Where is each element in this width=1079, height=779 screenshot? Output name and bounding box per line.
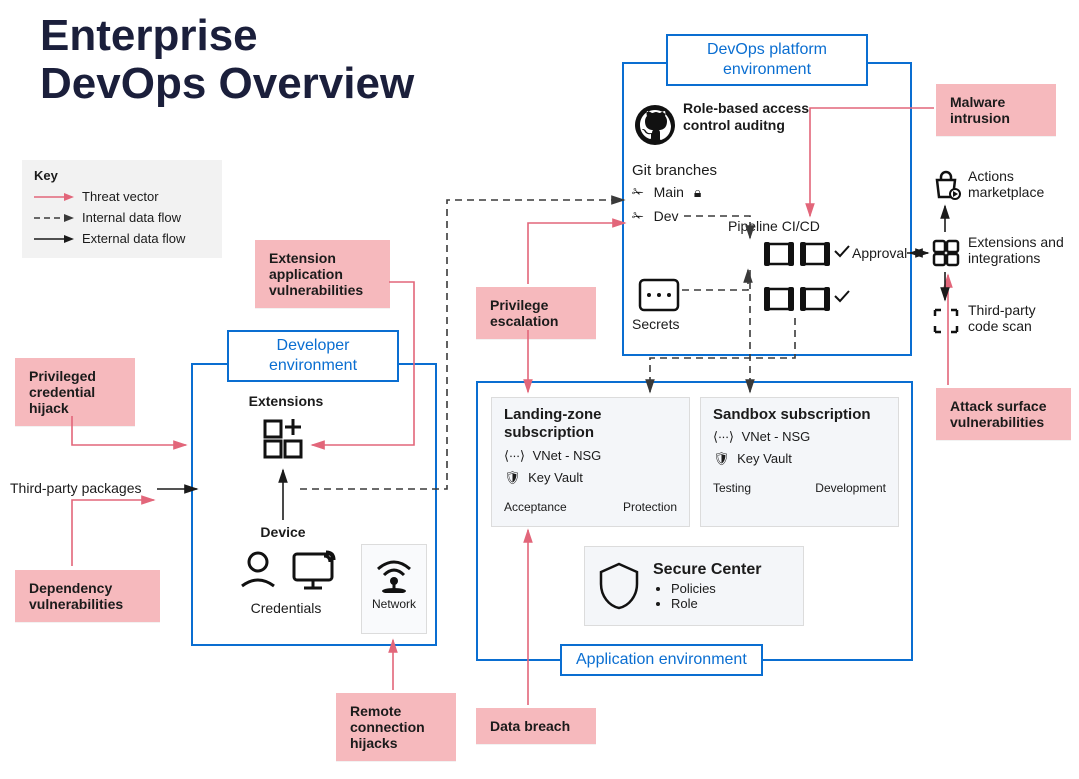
devops-environment-title: DevOps platform environment xyxy=(682,40,852,80)
pipeline-label: Pipeline CI/CD xyxy=(728,218,848,234)
devops-environment-label: DevOps platform environment xyxy=(666,34,868,86)
branch-main-label: Main xyxy=(654,184,684,200)
legend-threat-label: Threat vector xyxy=(82,189,159,204)
secure-center-role: Role xyxy=(671,596,762,611)
secure-center-title: Secure Center xyxy=(653,561,762,579)
shopping-bag-icon xyxy=(931,170,961,200)
vnet-icon: ⟨∙∙∙⟩ xyxy=(504,448,525,463)
legend-box: Key Threat vector Internal data flow Ext… xyxy=(22,160,222,258)
pipeline-stage-icon xyxy=(764,241,794,267)
actions-marketplace-label: Actions marketplace xyxy=(968,168,1068,200)
keyvault-icon: 🛡︎ xyxy=(713,451,730,466)
branch-main-row: ✁ Main 🔒︎ xyxy=(632,184,701,201)
threat-data-breach: Data breach xyxy=(476,708,596,744)
landing-keyvault-label: Key Vault xyxy=(528,470,583,485)
threat-privileged-credential: Privileged credential hijack xyxy=(15,358,135,426)
sandbox-panel: Sandbox subscription ⟨∙∙∙⟩ VNet - NSG 🛡︎… xyxy=(700,397,899,527)
vnet-icon: ⟨∙∙∙⟩ xyxy=(713,429,734,444)
pipeline-stage-icon xyxy=(800,241,830,267)
landing-protection-label: Protection xyxy=(623,500,677,514)
landing-acceptance-label: Acceptance xyxy=(504,500,567,514)
checkmark-icon xyxy=(833,289,851,303)
application-environment-title: Application environment xyxy=(576,651,747,668)
network-panel: Network xyxy=(361,544,427,634)
pipeline-stage-icon xyxy=(800,286,830,312)
approval-label: Approval xyxy=(852,245,912,261)
developer-environment-title: Developer environment xyxy=(243,336,383,376)
github-icon xyxy=(634,104,676,146)
application-environment-label: Application environment xyxy=(560,644,763,676)
lock-icon: 🔒︎ xyxy=(694,184,701,200)
network-label: Network xyxy=(368,597,420,611)
landing-zone-panel: Landing-zone subscription ⟨∙∙∙⟩ VNet - N… xyxy=(491,397,690,527)
secrets-label: Secrets xyxy=(632,316,692,332)
credentials-label: Credentials xyxy=(236,600,336,616)
branch-icon: ✁ xyxy=(632,184,644,200)
threat-malware-intrusion: Malware intrusion xyxy=(936,84,1056,136)
extensions-label: Extensions xyxy=(236,393,336,409)
scan-icon xyxy=(931,306,961,336)
device-label: Device xyxy=(248,524,318,540)
threat-remote-connection: Remote connection hijacks xyxy=(336,693,456,761)
sandbox-development-label: Development xyxy=(815,481,886,495)
shield-icon xyxy=(597,562,641,610)
sandbox-vnet-label: VNet - NSG xyxy=(742,429,811,444)
sandbox-title: Sandbox subscription xyxy=(713,406,886,423)
threat-attack-surface: Attack surface vulnerabilities xyxy=(936,388,1071,440)
legend-internal-row: Internal data flow xyxy=(34,210,210,225)
legend-threat-row: Threat vector xyxy=(34,189,210,204)
legend-title: Key xyxy=(34,168,210,183)
legend-external-label: External data flow xyxy=(82,231,185,246)
checkmark-icon xyxy=(833,244,851,258)
git-branches-label: Git branches xyxy=(632,162,752,179)
keyvault-icon: 🛡︎ xyxy=(504,470,521,485)
legend-internal-label: Internal data flow xyxy=(82,210,181,225)
pipeline-stage-icon xyxy=(764,286,794,312)
network-icon xyxy=(374,553,414,593)
landing-vnet-label: VNet - NSG xyxy=(533,448,602,463)
branch-icon: ✁ xyxy=(632,208,644,224)
extensions-integration-icon xyxy=(931,238,961,268)
threat-dependency-vuln: Dependency vulnerabilities xyxy=(15,570,160,622)
threat-extension-app-vuln: Extension application vulnerabilities xyxy=(255,240,390,308)
landing-zone-title: Landing-zone subscription xyxy=(504,406,677,442)
secure-center-policies: Policies xyxy=(671,581,762,596)
extensions-integrations-label: Extensions and integrations xyxy=(968,234,1073,266)
developer-environment-label: Developer environment xyxy=(227,330,399,382)
branch-dev-row: ✁ Dev xyxy=(632,208,679,225)
page-title: Enterprise DevOps Overview xyxy=(40,12,414,109)
sandbox-keyvault-label: Key Vault xyxy=(737,451,792,466)
secrets-icon xyxy=(638,278,680,312)
third-party-scan-label: Third-party code scan xyxy=(968,302,1068,334)
sandbox-testing-label: Testing xyxy=(713,481,751,495)
secure-center-panel: Secure Center Policies Role xyxy=(584,546,804,626)
extensions-icon xyxy=(259,415,307,463)
branch-dev-label: Dev xyxy=(654,208,679,224)
monitor-icon xyxy=(290,548,340,592)
user-icon xyxy=(236,548,280,592)
legend-external-row: External data flow xyxy=(34,231,210,246)
third-party-packages-label: Third-party packages xyxy=(10,480,160,496)
threat-privilege-escalation: Privilege escalation xyxy=(476,287,596,339)
rbac-label: Role-based access control auditng xyxy=(683,100,823,134)
